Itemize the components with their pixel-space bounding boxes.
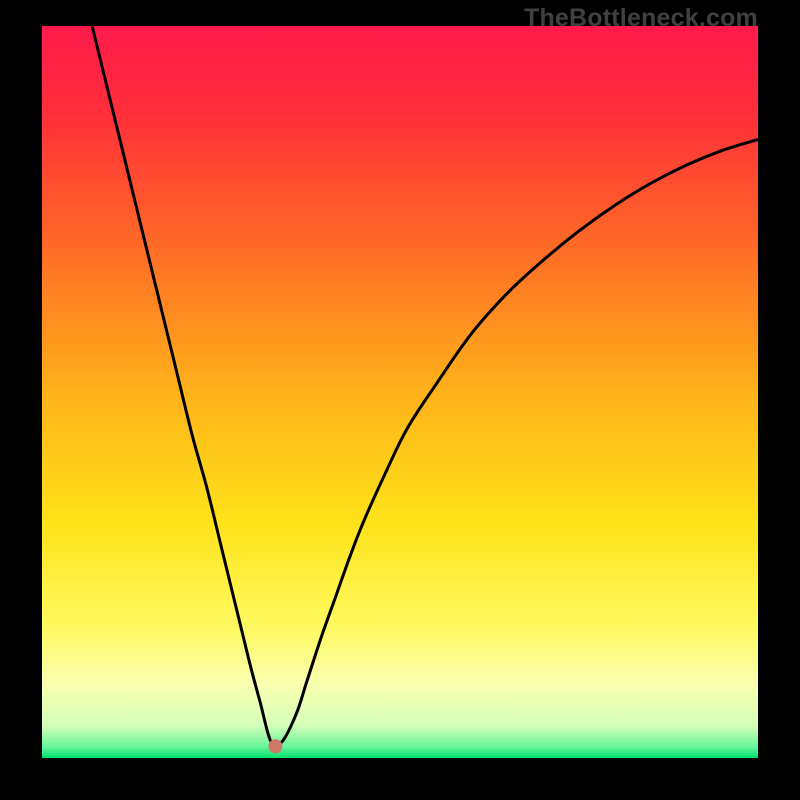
optimal-point-marker	[268, 739, 282, 753]
plot-area	[42, 26, 758, 758]
chart-frame: TheBottleneck.com	[0, 0, 800, 800]
gradient-background	[42, 26, 758, 758]
bottleneck-chart	[42, 26, 758, 758]
